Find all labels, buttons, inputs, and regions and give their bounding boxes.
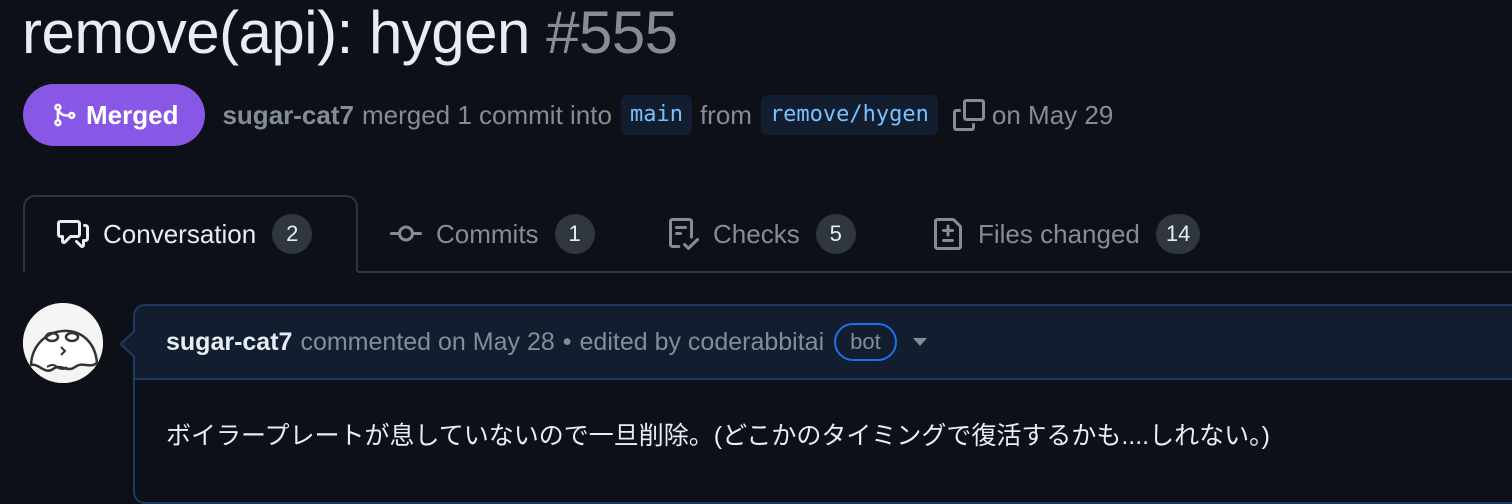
base-branch-link[interactable]: main bbox=[620, 95, 692, 135]
tab-checks[interactable]: Checks 5 bbox=[667, 195, 856, 273]
copy-icon[interactable] bbox=[952, 98, 986, 132]
checklist-icon bbox=[667, 218, 713, 250]
pr-number: #555 bbox=[546, 0, 678, 66]
file-diff-icon bbox=[932, 218, 978, 250]
tab-files-changed-count: 14 bbox=[1155, 214, 1201, 254]
merged-status-badge: Merged bbox=[23, 84, 206, 146]
comment-edited-text[interactable]: edited by coderabbitai bbox=[580, 328, 825, 357]
tab-checks-count: 5 bbox=[815, 214, 856, 254]
tab-checks-label: Checks bbox=[713, 218, 800, 249]
avatar[interactable] bbox=[23, 303, 103, 383]
comment-body: ボイラープレートが息していないので一旦削除。(どこかのタイミングで復活するかも.… bbox=[166, 422, 1270, 450]
tab-files-changed[interactable]: Files changed 14 bbox=[932, 195, 1201, 273]
bot-badge: bot bbox=[834, 323, 897, 361]
pr-tabs: Conversation 2 Commits 1 Checks 5 Files … bbox=[0, 195, 1512, 273]
merge-author-link[interactable]: sugar-cat7 bbox=[222, 100, 354, 131]
pr-title: remove(api): hygen bbox=[22, 0, 530, 66]
head-branch-link[interactable]: remove/hygen bbox=[760, 95, 938, 135]
tab-commits-count: 1 bbox=[554, 214, 595, 254]
comment-author-link[interactable]: sugar-cat7 bbox=[166, 328, 292, 357]
comment-pointer-inner bbox=[122, 332, 135, 356]
git-merge-icon bbox=[51, 102, 77, 128]
tab-conversation[interactable]: Conversation 2 bbox=[23, 195, 358, 273]
from-text: from bbox=[699, 99, 752, 130]
tab-conversation-label: Conversation bbox=[103, 218, 257, 249]
pr-meta-row: Merged sugar-cat7 merged 1 commit into m… bbox=[23, 84, 1113, 146]
chevron-down-icon[interactable] bbox=[912, 338, 927, 346]
comment-box: sugar-cat7 commented on May 28 • edited … bbox=[133, 304, 1512, 504]
tab-commits[interactable]: Commits 1 bbox=[390, 195, 595, 273]
pr-title-row: remove(api): hygen #555 bbox=[22, 0, 678, 70]
comment-separator: • bbox=[562, 327, 572, 356]
merged-status-label: Merged bbox=[86, 99, 179, 130]
comment-action-text: commented on May 28 bbox=[300, 327, 555, 356]
comment-discussion-icon bbox=[57, 218, 103, 250]
avatar-image bbox=[23, 303, 103, 383]
git-commit-icon bbox=[390, 218, 436, 250]
tab-commits-label: Commits bbox=[436, 218, 539, 249]
comment-header: sugar-cat7 commented on May 28 • edited … bbox=[135, 306, 1512, 380]
tab-files-changed-label: Files changed bbox=[978, 218, 1140, 249]
merge-date: on May 29 bbox=[991, 99, 1114, 130]
merge-action-text: merged 1 commit into bbox=[361, 99, 612, 130]
tab-conversation-count: 2 bbox=[272, 214, 313, 254]
